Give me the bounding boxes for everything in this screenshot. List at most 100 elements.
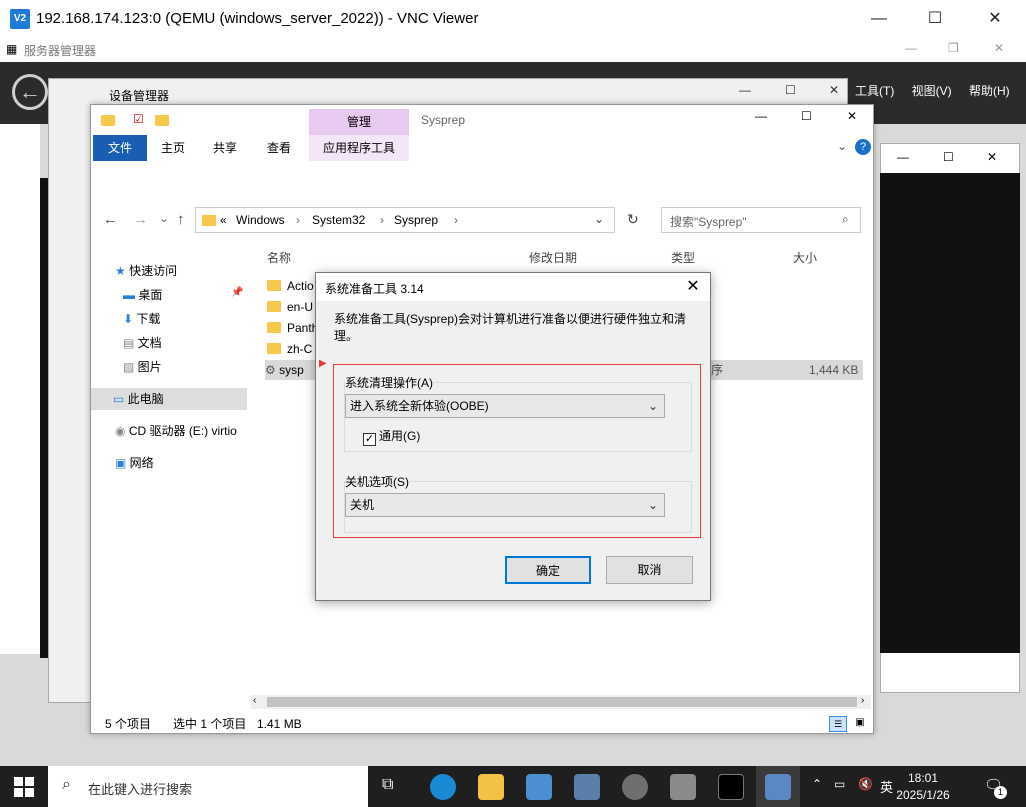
settings-icon[interactable] [622,774,648,800]
tray-chevron-icon[interactable]: ⌃ [812,777,822,791]
col-size[interactable]: 大小 [793,249,817,266]
horizontal-scrollbar[interactable]: ‹ › [251,695,871,709]
recent-dropdown-icon[interactable]: ⌄ [159,211,169,225]
task-view-icon[interactable]: ⧉ [382,776,393,794]
ribbon-expand-icon[interactable]: ⌄ [837,139,847,153]
address-overflow[interactable]: « [220,213,227,227]
menu-view[interactable]: 视图(V) [912,84,952,98]
generalize-checkbox[interactable]: ✓ 通用(G) [363,427,420,446]
network-app-icon[interactable] [765,774,791,800]
folder-icon [267,301,281,312]
ok-button[interactable]: 确定 [505,556,591,584]
file-row[interactable]: en-U [267,297,313,317]
thumbnail-view-icon[interactable]: ▣ [851,716,869,732]
scroll-left-icon[interactable]: ‹ [253,695,256,706]
nav-quick-access[interactable]: ★ 快速访问 [115,260,177,282]
dialog-titlebar: 系统准备工具 3.14 ✕ [316,273,710,301]
menu-tools[interactable]: 工具(T) [855,84,894,98]
tab-home[interactable]: 主页 [153,135,193,161]
sm-minimize-icon[interactable]: — [905,41,917,55]
breadcrumb-system32[interactable]: System32 [312,213,365,227]
dialog-close-icon[interactable]: ✕ [682,276,704,296]
windows-start-icon[interactable] [14,777,34,797]
nav-network[interactable]: ▣ 网络 [115,452,154,474]
taskbar-search[interactable]: ⌕ 在此键入进行搜索 [48,766,368,807]
vnc-logo-icon: V2 [10,9,30,29]
nav-pictures[interactable]: ▨ 图片 [123,356,162,378]
breadcrumb-windows[interactable]: Windows [236,213,285,227]
close-button[interactable]: ✕ [972,0,1018,38]
up-nav-icon[interactable]: ↑ [177,211,185,228]
nav-this-pc[interactable]: ▭ 此电脑 [91,388,247,410]
dialog-description: 系统准备工具(Sysprep)会对计算机进行准备以便进行硬件独立和清理。 [334,312,687,343]
cmd-close-icon[interactable]: ✕ [987,150,997,164]
dialog-title: 系统准备工具 3.14 [325,282,424,296]
ex-maximize-icon[interactable]: ☐ [801,109,812,123]
ex-minimize-icon[interactable]: — [755,109,767,123]
tab-app-tools[interactable]: 应用程序工具 [309,135,409,161]
file-row[interactable]: Actio [267,276,314,296]
col-type[interactable]: 类型 [671,249,695,266]
address-dropdown-icon[interactable]: ⌄ [594,212,604,226]
shutdown-select[interactable]: 关机 ⌄ [345,493,665,517]
cmd-icon[interactable] [718,774,744,800]
pointer-arrow-icon: ▶ [319,358,327,369]
pin-icon: 📌 [231,287,244,298]
cleanup-select[interactable]: 进入系统全新体验(OOBE) ⌄ [345,394,665,418]
dm-maximize-icon[interactable]: ☐ [785,83,796,97]
cmd-maximize-icon[interactable]: ☐ [943,150,954,164]
properties-icon[interactable]: ☑ [133,112,144,126]
server-manager-icon[interactable] [526,774,552,800]
address-bar[interactable]: « Windows › System32 › Sysprep › ⌄ [195,207,615,233]
tab-file[interactable]: 文件 [93,135,147,161]
checkmark-icon: ✓ [363,433,376,446]
volume-muted-icon[interactable]: 🔇 [858,777,873,791]
scroll-right-icon[interactable]: › [861,695,864,706]
maximize-button[interactable]: ☐ [912,0,958,38]
vnc-title-bar: V2 192.168.174.123:0 (QEMU (windows_serv… [0,0,1026,38]
file-row[interactable]: zh-C [267,339,312,359]
col-modified[interactable]: 修改日期 [529,249,577,266]
nav-documents[interactable]: ▤ 文档 [123,332,162,354]
tab-view[interactable]: 查看 [259,135,299,161]
document-icon: ▤ [123,336,138,350]
sysprep-dialog: 系统准备工具 3.14 ✕ 系统准备工具(Sysprep)会对计算机进行准备以便… [315,272,711,601]
device-manager-icon[interactable] [670,774,696,800]
forward-nav-icon[interactable]: → [133,211,148,228]
sm-restore-icon[interactable]: ❐ [948,41,959,55]
help-icon[interactable]: ? [855,139,871,155]
dm-close-icon[interactable]: ✕ [829,83,839,97]
network-tray-icon[interactable]: ▭ [834,777,845,791]
clock[interactable]: 18:01 2025/1/26 [890,770,956,804]
scroll-thumb[interactable] [267,697,857,707]
powershell-icon[interactable] [574,774,600,800]
new-folder-icon[interactable] [155,115,169,126]
cmd-minimize-icon[interactable]: — [897,150,909,164]
file-explorer-icon[interactable] [478,774,504,800]
highlight-box: 系统清理操作(A) 进入系统全新体验(OOBE) ⌄ ✓ 通用(G) 关机选项(S… [333,364,701,538]
ex-close-icon[interactable]: ✕ [847,109,857,123]
cancel-button[interactable]: 取消 [606,556,693,584]
server-manager-sidebar [0,124,40,654]
col-name[interactable]: 名称 [267,249,291,266]
file-row[interactable]: Panth [267,318,318,338]
nav-desktop[interactable]: ▬ 桌面 [123,284,162,306]
tab-share[interactable]: 共享 [205,135,245,161]
search-icon: ⌕ [842,212,849,226]
nav-cd-drive[interactable]: ◉ CD 驱动器 (E:) virtio [115,420,237,442]
back-arrow-icon[interactable]: ← [12,74,48,110]
selected-size: 1.41 MB [257,717,302,731]
menu-help[interactable]: 帮助(H) [969,84,1010,98]
refresh-icon[interactable]: ↻ [627,211,639,228]
sm-close-icon[interactable]: ✕ [994,41,1004,55]
back-nav-icon[interactable]: ← [103,211,118,228]
nav-downloads[interactable]: ⬇ 下载 [123,308,160,330]
server-manager-titlebar: ▦ 服务器管理器 — ❐ ✕ [0,38,1026,62]
search-input[interactable]: 搜索"Sysprep" ⌕ [661,207,861,233]
minimize-button[interactable]: — [856,0,902,38]
details-view-icon[interactable]: ☰ [829,716,847,732]
edge-icon[interactable] [430,774,456,800]
dm-minimize-icon[interactable]: — [739,83,751,97]
manage-tab-header[interactable]: 管理 [309,109,409,135]
breadcrumb-sysprep[interactable]: Sysprep [394,213,438,227]
